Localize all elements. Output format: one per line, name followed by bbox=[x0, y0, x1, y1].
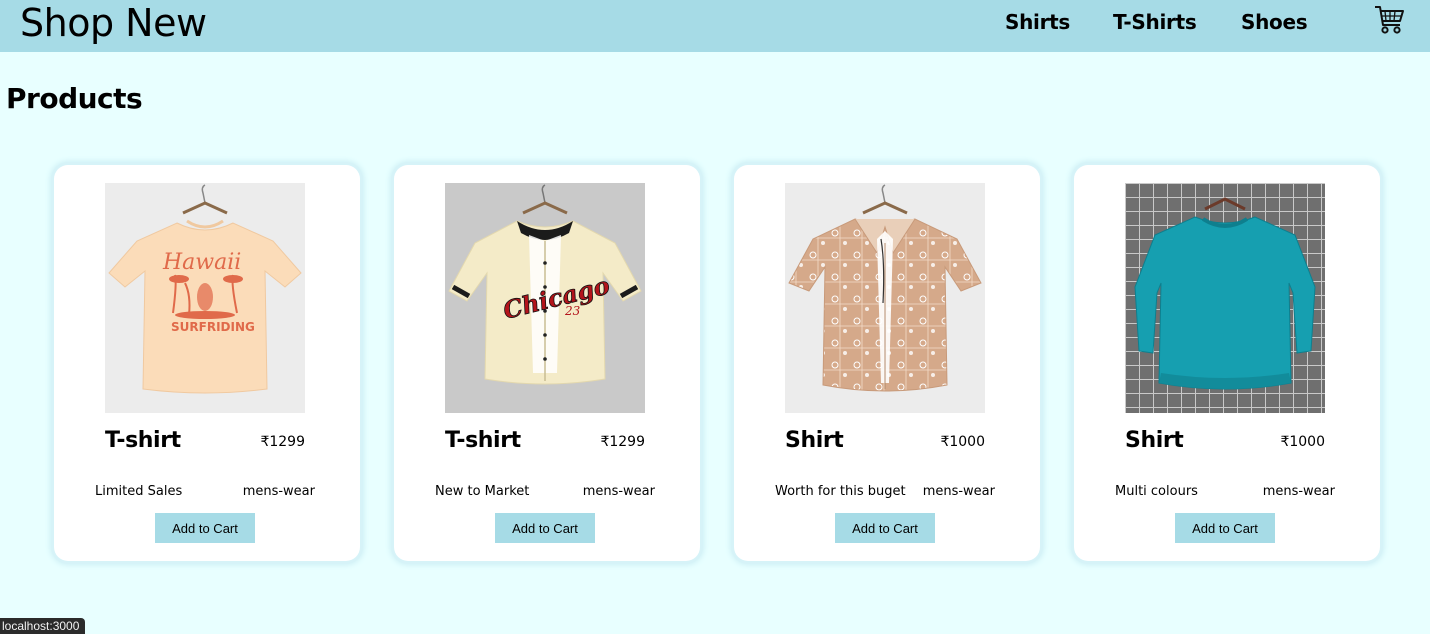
product-description: Multi colours bbox=[1115, 484, 1198, 499]
product-category: mens-wear bbox=[242, 484, 315, 499]
status-bar-url: localhost:3000 bbox=[0, 618, 86, 634]
add-to-cart-button[interactable]: Add to Cart bbox=[155, 513, 255, 543]
add-to-cart-button[interactable]: Add to Cart bbox=[835, 513, 935, 543]
product-description: Worth for this buget bbox=[775, 484, 906, 499]
shopping-cart-icon[interactable] bbox=[1374, 5, 1406, 35]
nav-link-shoes[interactable]: Shoes bbox=[1241, 10, 1308, 34]
product-price: ₹1000 bbox=[1280, 434, 1325, 450]
product-image-chicago-jersey[interactable]: Chicago 23 bbox=[445, 183, 645, 413]
product-category: mens-wear bbox=[582, 484, 655, 499]
product-price: ₹1299 bbox=[260, 434, 305, 450]
product-category: mens-wear bbox=[1262, 484, 1335, 499]
product-card: Hawaii SURFRIDING T-shirt ₹1299 Limited … bbox=[54, 165, 360, 561]
product-image-paisley-shirt[interactable] bbox=[785, 183, 985, 413]
product-description: Limited Sales bbox=[95, 484, 183, 499]
product-price: ₹1000 bbox=[940, 434, 985, 450]
page-title: Products bbox=[6, 82, 143, 115]
svg-text:23: 23 bbox=[564, 304, 581, 318]
product-description: New to Market bbox=[435, 484, 530, 499]
product-image-teal-sweatshirt[interactable] bbox=[1125, 183, 1325, 413]
nav-link-shirts[interactable]: Shirts bbox=[1005, 10, 1070, 34]
nav-link-t-shirts[interactable]: T-Shirts bbox=[1113, 10, 1197, 34]
product-card: Chicago 23 T-shirt ₹1299 New to Market m… bbox=[394, 165, 700, 561]
svg-text:Hawaii: Hawaii bbox=[162, 250, 241, 275]
product-name: T-shirt bbox=[105, 428, 181, 453]
product-image-hawaii-tshirt[interactable]: Hawaii SURFRIDING bbox=[105, 183, 305, 413]
navbar: Shop New Shirts T-Shirts Shoes bbox=[0, 0, 1430, 52]
product-card: Shirt ₹1000 Multi colours mens-wear Add … bbox=[1074, 165, 1380, 561]
product-name: Shirt bbox=[785, 428, 844, 453]
add-to-cart-button[interactable]: Add to Cart bbox=[1175, 513, 1275, 543]
add-to-cart-button[interactable]: Add to Cart bbox=[495, 513, 595, 543]
product-card: Shirt ₹1000 Worth for this buget mens-we… bbox=[734, 165, 1040, 561]
product-price: ₹1299 bbox=[600, 434, 645, 450]
product-name: Shirt bbox=[1125, 428, 1184, 453]
product-category: mens-wear bbox=[922, 484, 995, 499]
svg-text:SURFRIDING: SURFRIDING bbox=[171, 320, 255, 334]
brand-logo[interactable]: Shop New bbox=[20, 0, 207, 46]
product-name: T-shirt bbox=[445, 428, 521, 453]
